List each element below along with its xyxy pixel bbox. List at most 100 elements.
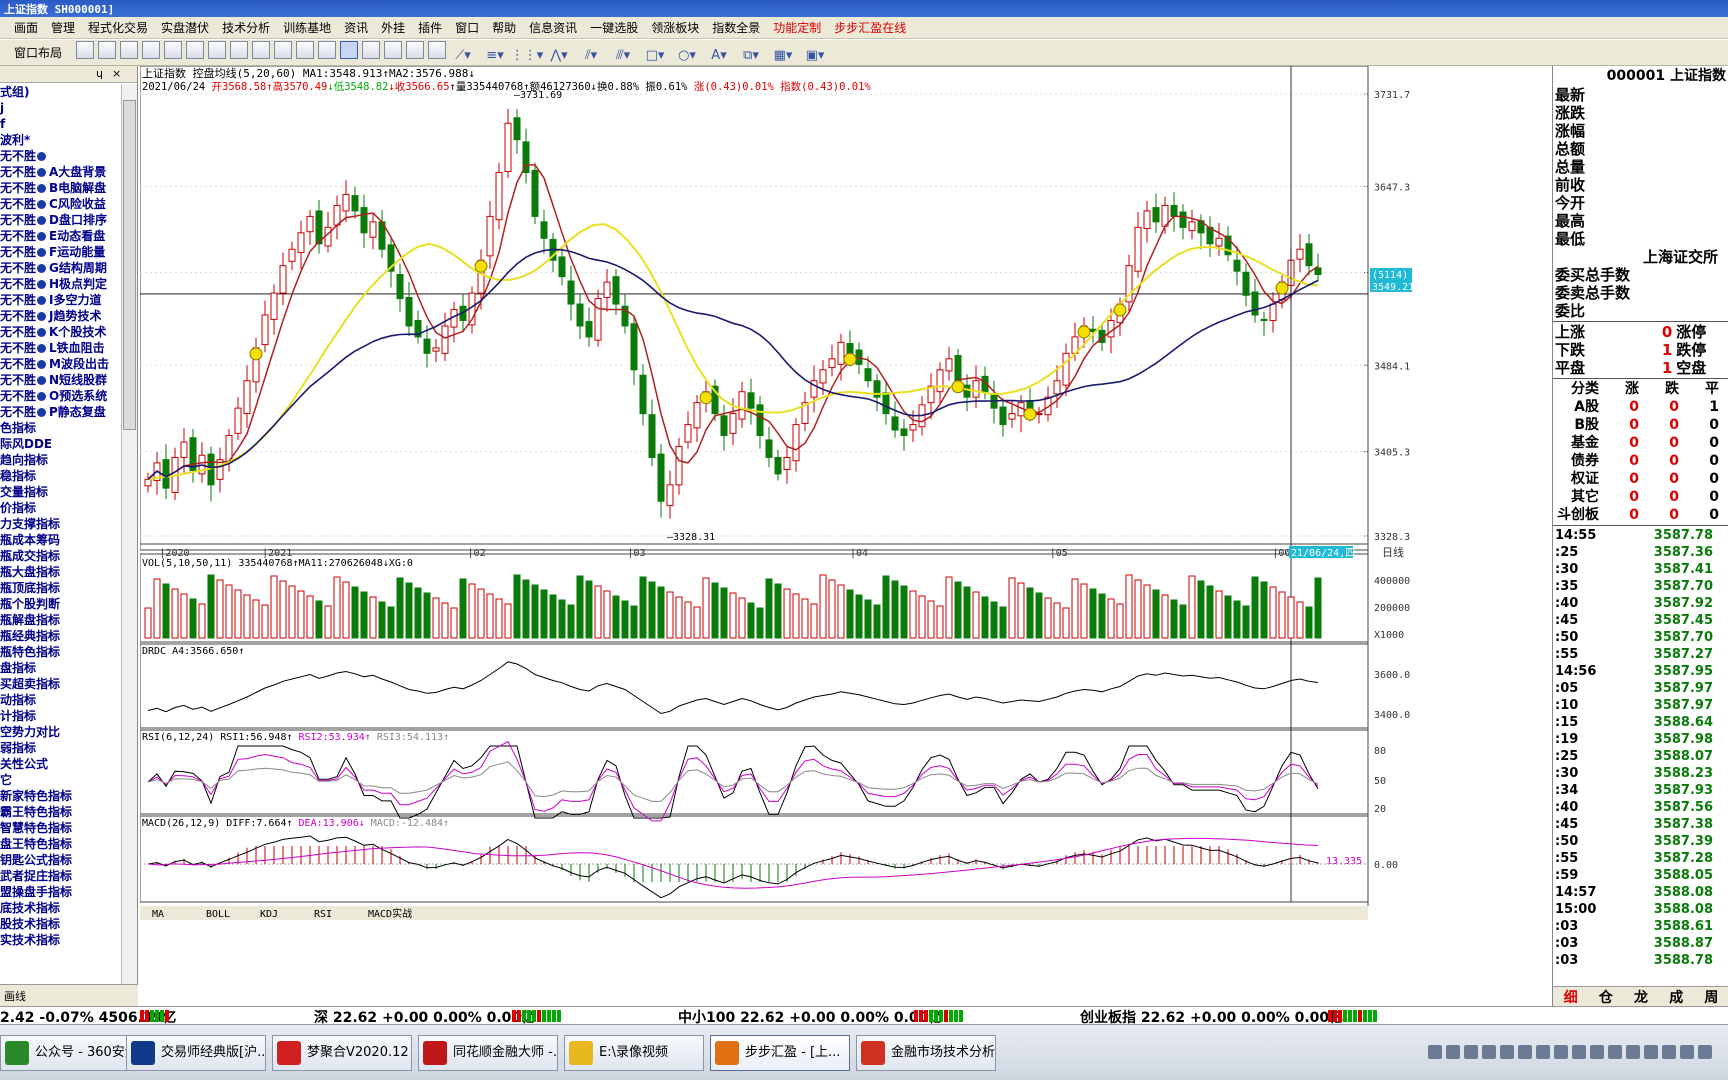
toolbar-button[interactable] — [252, 40, 271, 59]
toolbar-button[interactable] — [406, 40, 425, 59]
draw-tool-icon[interactable]: ⫻▾ — [610, 46, 636, 64]
tree-item[interactable]: 它 — [0, 772, 122, 788]
tray-icon[interactable] — [1464, 1045, 1478, 1059]
tree-item[interactable]: 瓶顶底指标 — [0, 580, 122, 596]
tree-item[interactable]: 色指标 — [0, 420, 122, 436]
menu-item[interactable]: 帮助 — [492, 19, 516, 36]
menu-item[interactable]: 步步汇盈在线 — [834, 19, 906, 36]
taskbar-button[interactable]: E:\录像视频 — [564, 1035, 704, 1071]
tray-icon[interactable] — [1698, 1045, 1712, 1059]
quote-tab[interactable]: 周 — [1694, 987, 1728, 1006]
menu-item[interactable]: 实盘潜伏 — [161, 19, 209, 36]
menu-item[interactable]: 技术分析 — [222, 19, 270, 36]
tree-item[interactable]: 空势力对比 — [0, 724, 122, 740]
close-icon[interactable]: × — [112, 67, 121, 80]
toolbar-button[interactable] — [120, 40, 139, 59]
tree-item[interactable]: 底技术指标 — [0, 900, 122, 916]
draw-tool-icon[interactable]: ⋀▾ — [546, 46, 572, 64]
tree-item[interactable]: 瓶成交指标 — [0, 548, 122, 564]
menu-item[interactable]: 管理 — [51, 19, 75, 36]
menu-item[interactable]: 指数全景 — [712, 19, 760, 36]
toolbar-button[interactable] — [384, 40, 403, 59]
toolbar-button[interactable] — [98, 40, 117, 59]
tree-item[interactable]: 关性公式 — [0, 756, 122, 772]
tray-icon[interactable] — [1518, 1045, 1532, 1059]
tray-icon[interactable] — [1626, 1045, 1640, 1059]
menu-item[interactable]: 功能定制 — [773, 19, 821, 36]
tree-item[interactable]: 价指标 — [0, 500, 122, 516]
menu-item[interactable]: 领涨板块 — [651, 19, 699, 36]
tree-item[interactable]: 无不胜 C风险收益 — [0, 196, 122, 212]
tree-item[interactable]: 实技术指标 — [0, 932, 122, 948]
tree-item[interactable]: 交量指标 — [0, 484, 122, 500]
tree-item[interactable]: 无不胜 K个股技术 — [0, 324, 122, 340]
taskbar-button[interactable]: 梦聚合V2020.12 -... — [272, 1035, 412, 1071]
toolbar-button[interactable] — [428, 40, 447, 59]
tree-item[interactable]: 际风DDE — [0, 436, 122, 452]
menu-item[interactable]: 插件 — [418, 19, 442, 36]
menu-item[interactable]: 一键选股 — [590, 19, 638, 36]
quote-tab[interactable]: 细 — [1553, 987, 1588, 1006]
tray-icon[interactable] — [1590, 1045, 1604, 1059]
quote-tab[interactable]: 仓 — [1588, 987, 1623, 1006]
draw-tool-icon[interactable]: ⋮⋮▾ — [511, 46, 544, 64]
tree-item[interactable]: 瓶大盘指标 — [0, 564, 122, 580]
tree-item[interactable]: 钥匙公式指标 — [0, 852, 122, 868]
tree-item[interactable]: 无不胜 N短线股群 — [0, 372, 122, 388]
tray-icon[interactable] — [1608, 1045, 1622, 1059]
tree-item[interactable]: 无不胜 G结构周期 — [0, 260, 122, 276]
tree-item[interactable]: 瓶解盘指标 — [0, 612, 122, 628]
tree-scrollbar[interactable] — [121, 84, 137, 984]
taskbar-button[interactable]: 同花顺金融大师 -... — [418, 1035, 558, 1071]
menu-item[interactable]: 训练基地 — [283, 19, 331, 36]
tree-item[interactable]: 盘王特色指标 — [0, 836, 122, 852]
tree-item[interactable]: 无不胜 F运动能量 — [0, 244, 122, 260]
toolbar-button[interactable] — [186, 40, 205, 59]
tree-item[interactable]: 无不胜 H极点判定 — [0, 276, 122, 292]
tree-item[interactable]: 稳指标 — [0, 468, 122, 484]
tree-item[interactable]: 趋向指标 — [0, 452, 122, 468]
tree-item[interactable]: 瓶成本筹码 — [0, 532, 122, 548]
menu-item[interactable]: 画面 — [14, 19, 38, 36]
kline-chart-area[interactable]: 上证指数 控盘均线(5,20,60) MA1:3548.913↑MA2:3576… — [139, 65, 1552, 1006]
tree-item[interactable]: 计指标 — [0, 708, 122, 724]
draw-tool-icon[interactable]: ⫽▾ — [578, 46, 604, 64]
tree-item[interactable]: 瓶特色指标 — [0, 644, 122, 660]
tree-item[interactable]: j — [0, 100, 122, 116]
toolbar-button[interactable] — [142, 40, 161, 59]
tree-item[interactable]: 股技术指标 — [0, 916, 122, 932]
toolbar-button[interactable] — [230, 40, 249, 59]
draw-tool-icon[interactable]: ⧉▾ — [738, 46, 764, 64]
tree-item[interactable]: 无不胜 A大盘背景 — [0, 164, 122, 180]
draw-tool-icon[interactable]: ○▾ — [674, 46, 700, 64]
toolbar-button[interactable] — [274, 40, 293, 59]
tree-item[interactable]: 波利* — [0, 132, 122, 148]
tree-item[interactable]: 无不胜 I多空力道 — [0, 292, 122, 308]
window-layout-button[interactable]: 窗口布局 — [14, 44, 62, 61]
taskbar-button[interactable]: 交易师经典版[沪... — [126, 1035, 266, 1071]
tree-item[interactable]: 无不胜 L铁血阻击 — [0, 340, 122, 356]
tray-icon[interactable] — [1572, 1045, 1586, 1059]
tray-icon[interactable] — [1662, 1045, 1676, 1059]
tree-item[interactable]: 无不胜 P静态复盘 — [0, 404, 122, 420]
taskbar-button[interactable]: 公众号 - 360安全... — [0, 1035, 130, 1071]
tree-item[interactable]: 无不胜 O预选系统 — [0, 388, 122, 404]
tree-item[interactable]: 盘指标 — [0, 660, 122, 676]
tree-item[interactable]: 无不胜 E动态看盘 — [0, 228, 122, 244]
menu-item[interactable]: 程式化交易 — [88, 19, 148, 36]
draw-tool-icon[interactable]: ≡▾ — [482, 46, 508, 64]
tree-item[interactable]: 无不胜 D盘口排序 — [0, 212, 122, 228]
tray-icon[interactable] — [1482, 1045, 1496, 1059]
tree-item[interactable]: 盟操盘手指标 — [0, 884, 122, 900]
tree-item[interactable]: 武者捉庄指标 — [0, 868, 122, 884]
tree-item[interactable]: 动指标 — [0, 692, 122, 708]
toolbar-button[interactable] — [76, 40, 95, 59]
tree-item[interactable]: 无不胜 J趋势技术 — [0, 308, 122, 324]
draw-tool-icon[interactable]: ▣▾ — [802, 46, 828, 64]
tree-item[interactable]: f — [0, 116, 122, 132]
toolbar-button[interactable] — [296, 40, 315, 59]
tree-item[interactable]: 力支撑指标 — [0, 516, 122, 532]
tray-icon[interactable] — [1500, 1045, 1514, 1059]
tray-icon[interactable] — [1536, 1045, 1550, 1059]
draw-tool-icon[interactable]: □▾ — [642, 46, 668, 64]
